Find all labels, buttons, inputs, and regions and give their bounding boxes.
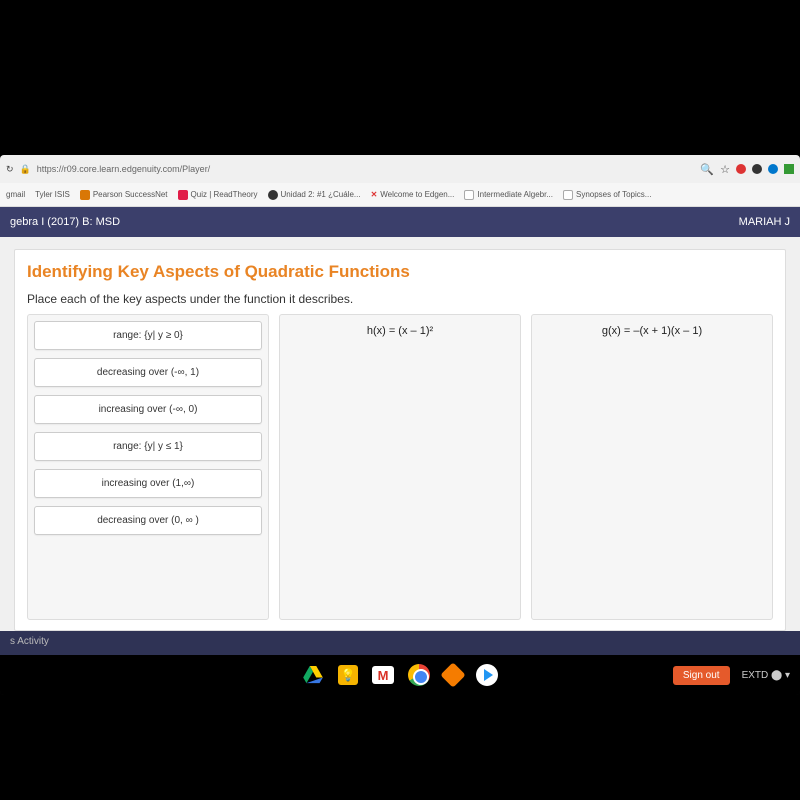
taskbar-right: Sign out EXTD ⬤ ▾ <box>673 666 790 685</box>
address-bar: ↻ 🔒 https://r09.core.learn.edgenuity.com… <box>0 155 800 183</box>
column-header: g(x) = –(x + 1)(x – 1) <box>538 321 766 345</box>
play-store-icon[interactable] <box>476 664 498 686</box>
course-header: gebra I (2017) B: MSD MARIAH J <box>0 207 800 237</box>
socrative-icon[interactable] <box>440 662 465 687</box>
ext-icon[interactable] <box>768 164 778 174</box>
sign-out-button[interactable]: Sign out <box>673 666 730 685</box>
content-area: Identifying Key Aspects of Quadratic Fun… <box>0 237 800 631</box>
reload-icon[interactable]: ↻ <box>6 164 14 175</box>
column-header: h(x) = (x – 1)² <box>286 321 514 345</box>
ext-icon[interactable] <box>752 164 762 174</box>
bookmark-pearson[interactable]: Pearson SuccessNet <box>80 190 168 200</box>
bookmark-gmail[interactable]: gmail <box>6 190 25 199</box>
photo-background: ↻ 🔒 https://r09.core.learn.edgenuity.com… <box>0 0 800 800</box>
draggable-tile[interactable]: increasing over (1,∞) <box>34 469 262 498</box>
instruction-text: Place each of the key aspects under the … <box>27 292 773 306</box>
keep-icon[interactable]: 💡 <box>338 665 358 685</box>
bookmarks-bar: gmail Tyler ISIS Pearson SuccessNet Quiz… <box>0 183 800 207</box>
draggable-tile[interactable]: decreasing over (-∞, 1) <box>34 358 262 387</box>
bookmark-unidad[interactable]: Unidad 2: #1 ¿Cuále... <box>268 190 361 200</box>
draggable-tile[interactable]: increasing over (-∞, 0) <box>34 395 262 424</box>
systray-text[interactable]: EXTD ⬤ ▾ <box>742 670 790 681</box>
activity-label: s Activity <box>10 636 49 647</box>
drive-icon[interactable] <box>302 664 324 686</box>
bookmark-tyler[interactable]: Tyler ISIS <box>35 190 70 199</box>
toolbar-right-icons: 🔍 ☆ <box>700 163 794 176</box>
gmail-icon[interactable]: M <box>372 666 394 684</box>
ext-icon[interactable] <box>736 164 746 174</box>
user-name[interactable]: MARIAH J <box>739 216 790 228</box>
bookmark-edgen[interactable]: ✕Welcome to Edgen... <box>371 190 455 199</box>
draggable-tile[interactable]: range: {y| y ≥ 0} <box>34 321 262 350</box>
ext-icon[interactable] <box>784 164 794 174</box>
lesson-heading: Identifying Key Aspects of Quadratic Fun… <box>27 262 773 282</box>
lesson-card: Identifying Key Aspects of Quadratic Fun… <box>14 249 786 631</box>
draggable-tile[interactable]: range: {y| y ≤ 1} <box>34 432 262 461</box>
target-column-g[interactable]: g(x) = –(x + 1)(x – 1) <box>531 314 773 620</box>
course-title: gebra I (2017) B: MSD <box>10 216 120 228</box>
target-column-h[interactable]: h(x) = (x – 1)² <box>279 314 521 620</box>
bookmark-readtheory[interactable]: Quiz | ReadTheory <box>178 190 258 200</box>
zoom-icon[interactable]: 🔍 <box>700 163 714 176</box>
chrome-icon[interactable] <box>408 664 430 686</box>
laptop-screen: ↻ 🔒 https://r09.core.learn.edgenuity.com… <box>0 155 800 695</box>
bookmark-synopses[interactable]: Synopses of Topics... <box>563 190 651 200</box>
url-text[interactable]: https://r09.core.learn.edgenuity.com/Pla… <box>37 164 695 174</box>
bookmark-intermediate[interactable]: Intermediate Algebr... <box>464 190 553 200</box>
activity-bar: s Activity <box>0 631 800 655</box>
source-column: range: {y| y ≥ 0} decreasing over (-∞, 1… <box>27 314 269 620</box>
taskbar: 💡 M Sign out EXTD ⬤ ▾ <box>0 655 800 695</box>
lock-icon: 🔒 <box>20 164 31 175</box>
star-icon[interactable]: ☆ <box>720 163 730 176</box>
draggable-tile[interactable]: decreasing over (0, ∞ ) <box>34 506 262 535</box>
columns-row: range: {y| y ≥ 0} decreasing over (-∞, 1… <box>27 314 773 620</box>
